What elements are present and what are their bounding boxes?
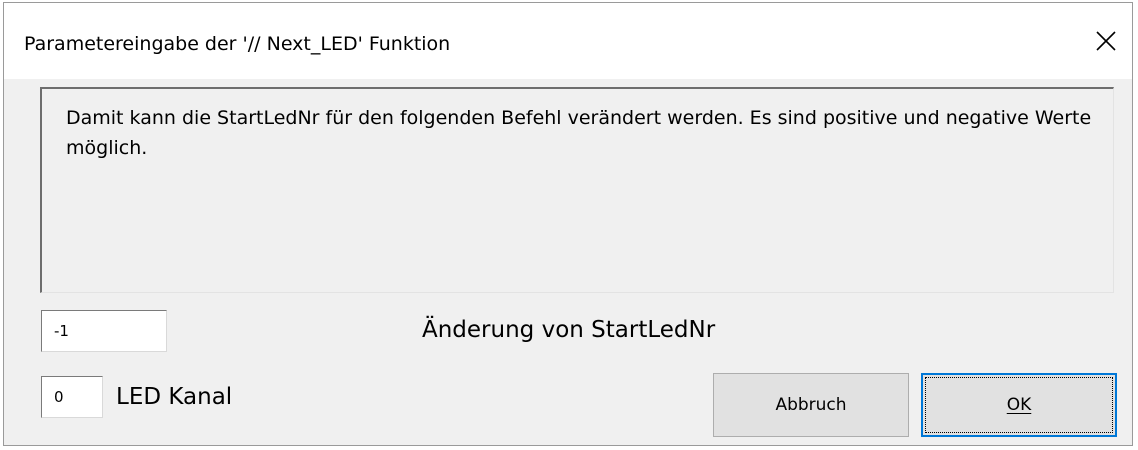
description-text: Damit kann die StartLedNr für den folgen… [66, 107, 1092, 159]
startlednr-change-label: Änderung von StartLedNr [422, 317, 716, 343]
title-bar: Parametereingabe der '// Next_LED' Funkt… [4, 3, 1132, 79]
cancel-button-label: Abbruch [775, 395, 847, 415]
dialog-window: Parametereingabe der '// Next_LED' Funkt… [3, 2, 1133, 446]
close-icon [1096, 31, 1116, 51]
led-channel-input[interactable] [41, 376, 103, 418]
led-channel-label: LED Kanal [116, 384, 233, 410]
description-box: Damit kann die StartLedNr für den folgen… [40, 87, 1114, 293]
cancel-button[interactable]: Abbruch [713, 373, 909, 437]
ok-button[interactable]: OK [921, 373, 1117, 437]
startlednr-change-input[interactable] [41, 310, 167, 352]
close-button[interactable] [1086, 21, 1126, 61]
window-title: Parametereingabe der '// Next_LED' Funkt… [24, 33, 451, 55]
dialog-body: Damit kann die StartLedNr für den folgen… [4, 79, 1132, 445]
ok-button-label: OK [1006, 395, 1032, 415]
